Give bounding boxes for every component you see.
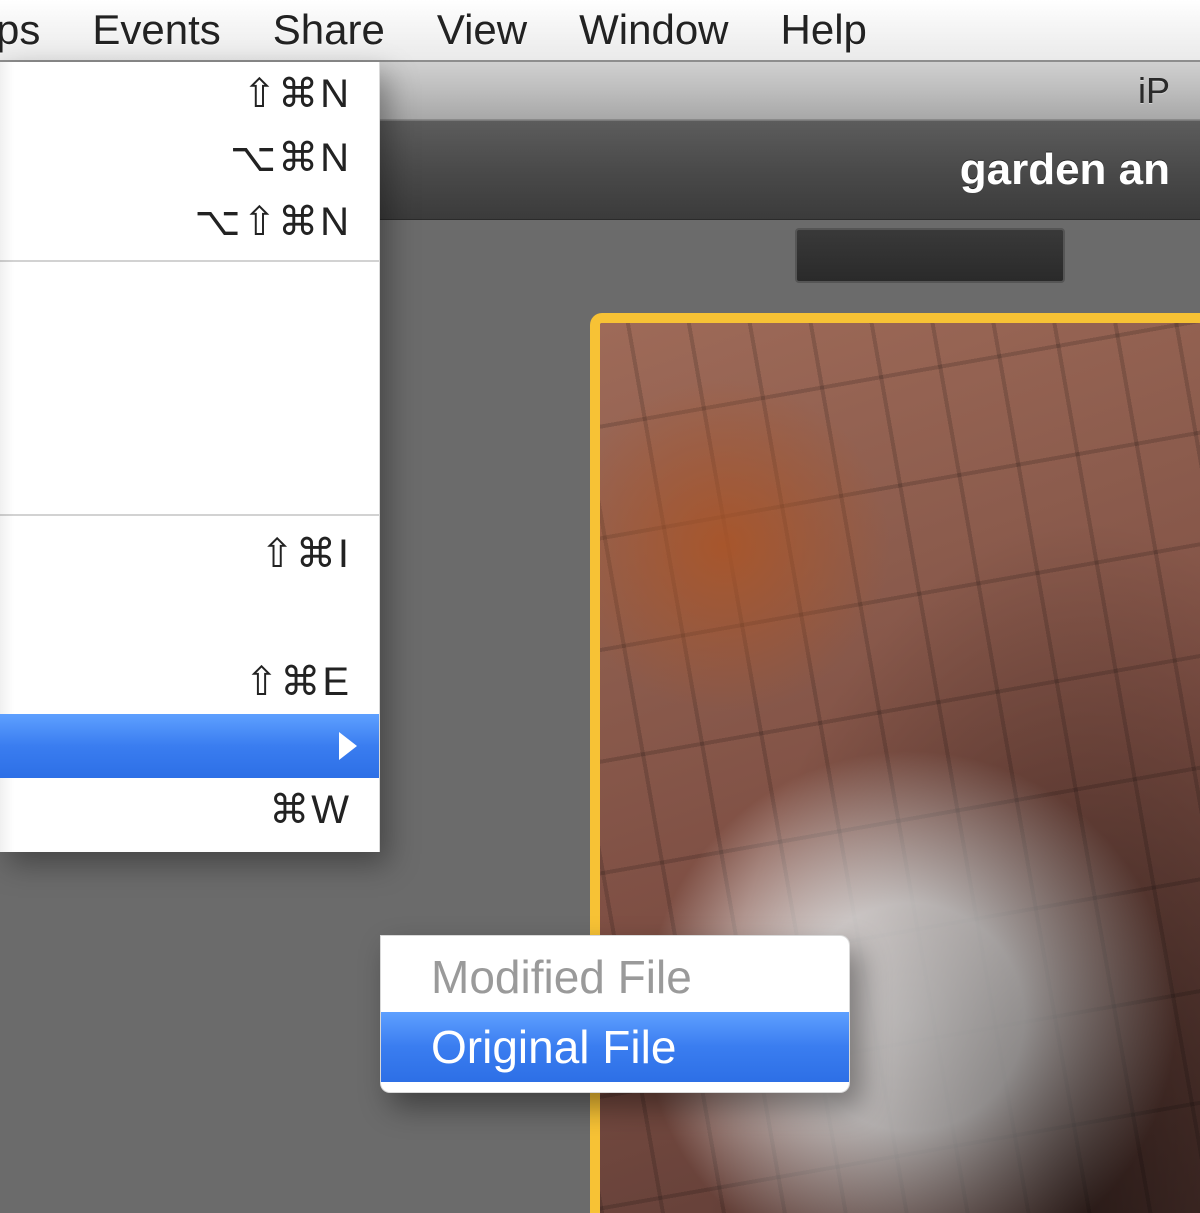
menu-separator [0,514,379,516]
menu-title-window[interactable]: Window [553,0,754,60]
menu-item-hidden-1[interactable] [0,268,379,328]
file-dropdown-menu: m ⇧⌘N m… ⌥⌘N ⌥⇧⌘N y… ⇧⌘I y… ⇧⌘E ⌘W [0,62,380,852]
menu-item-label: m… [0,134,230,182]
submenu-item-original-file[interactable]: Original File [381,1012,849,1082]
menu-item-shortcut: ⌘W [269,787,351,833]
menu-item-new-1[interactable]: m ⇧⌘N [0,62,379,126]
window-title: iP [1138,70,1170,112]
menu-item-label: y… [0,594,351,642]
menu-item-hidden-4[interactable] [0,448,379,508]
album-header: garden an [380,120,1200,220]
menu-title-view[interactable]: View [411,0,553,60]
window-titlebar: iP [380,62,1200,120]
menu-separator [0,260,379,262]
menu-item-shortcut: ⌥⇧⌘N [195,199,352,245]
menu-item-shortcut: ⌥⌘N [230,135,351,181]
menu-item-reveal-submenu[interactable] [0,714,379,778]
menu-item-shortcut: ⇧⌘E [245,659,351,705]
menu-title-help[interactable]: Help [755,0,867,60]
menu-item-close[interactable]: ⌘W [0,778,379,842]
menubar: ps Events Share View Window Help [0,0,1200,62]
menu-item-hidden-3[interactable] [0,388,379,448]
background-thumbnail [795,228,1065,283]
menu-item-shortcut: ⇧⌘I [260,531,351,577]
menu-item-export[interactable]: ⇧⌘E [0,650,379,714]
menu-item-new-2[interactable]: m… ⌥⌘N [0,126,379,190]
menu-item-label: y… [0,530,260,578]
reveal-submenu: Modified File Original File [380,935,850,1093]
menu-item-import-2[interactable]: y… [0,586,379,650]
menu-item-shortcut: ⇧⌘N [243,71,351,117]
menu-title-share[interactable]: Share [247,0,411,60]
menu-item-label: m [0,70,243,118]
menu-title-partial[interactable]: ps [0,0,66,60]
submenu-arrow-icon [339,732,357,760]
menu-item-new-3[interactable]: ⌥⇧⌘N [0,190,379,254]
submenu-item-modified-file: Modified File [381,942,849,1012]
menu-title-events[interactable]: Events [66,0,246,60]
menu-item-import-1[interactable]: y… ⇧⌘I [0,522,379,586]
album-title: garden an [960,145,1170,195]
menu-item-hidden-2[interactable] [0,328,379,388]
